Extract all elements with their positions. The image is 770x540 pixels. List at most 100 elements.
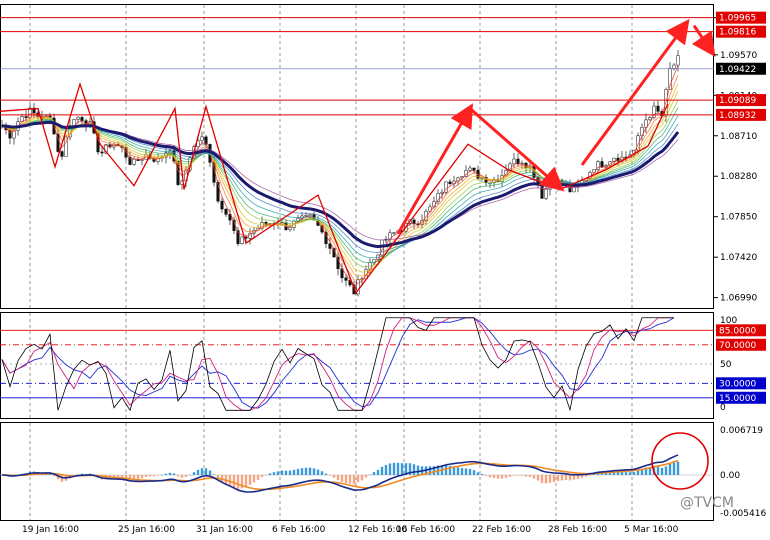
time-axis: 19 Jan 16:00 25 Jan 16:00 31 Jan 16:00 6 Fe…: [22, 525, 679, 535]
macd-histogram-bar: [264, 475, 268, 476]
macd-histogram-bar: [480, 473, 484, 475]
macd-histogram-bar: [252, 475, 256, 483]
macd-histogram-bar: [660, 467, 664, 475]
macd-histogram-bar: [204, 468, 208, 475]
macd-histogram-bar: [500, 475, 504, 479]
candle-down: [344, 277, 348, 281]
macd-histogram-bar: [268, 473, 272, 475]
macd-histogram-bar: [188, 474, 192, 476]
candle-up: [672, 64, 676, 69]
macd-histogram-bar: [548, 475, 552, 483]
macd-histogram-bar: [152, 475, 156, 477]
macd-histogram-bar: [512, 475, 516, 476]
macd-histogram-bar: [496, 475, 500, 479]
osc-tick-label: 100: [720, 316, 737, 326]
macd-histogram-bar: [484, 475, 488, 476]
osc-tick-label: 0: [720, 403, 726, 413]
osc-level-badge: 70.0000: [719, 341, 756, 351]
macd-histogram-bar: [504, 475, 508, 478]
level-badge: 1.09089: [719, 96, 756, 106]
macd-histogram-bar: [624, 472, 628, 475]
candle-up: [304, 214, 308, 217]
macd-histogram-bar: [312, 468, 316, 475]
candle-down: [516, 158, 520, 165]
macd-histogram-bar: [444, 465, 448, 475]
candle-up: [72, 119, 76, 126]
macd-histogram-bar: [468, 469, 472, 475]
macd-histogram-bar: [360, 475, 364, 481]
macd-histogram-bar: [324, 473, 328, 475]
candle-up: [544, 188, 548, 199]
candle-down: [100, 151, 104, 154]
macd-histogram-bar: [588, 475, 592, 476]
macd-histogram-bar: [316, 469, 320, 475]
macd-histogram-bar: [140, 475, 144, 479]
macd-histogram-bar: [488, 475, 492, 478]
macd-histogram-bar: [544, 475, 548, 484]
macd-histogram-bar: [620, 471, 624, 475]
macd-histogram-bar: [636, 470, 640, 475]
macd-histogram-bar: [276, 471, 280, 475]
macd-histogram-bar: [192, 472, 196, 475]
osc-level-badge: 30.0000: [719, 379, 756, 389]
macd-histogram-bar: [384, 464, 388, 475]
candle-up: [392, 232, 396, 234]
macd-histogram-bar: [156, 475, 160, 476]
macd-histogram-bar: [524, 475, 528, 477]
time-axis-label: 16 Feb 16:00: [396, 525, 455, 535]
forex-chart: 1.099651.095701.091401.087101.082801.078…: [0, 0, 770, 540]
macd-histogram-bar: [180, 475, 184, 478]
macd-histogram-bar: [300, 468, 304, 475]
macd-histogram-bar: [256, 475, 260, 480]
macd-histogram-bar: [232, 475, 236, 488]
macd-histogram-bar: [292, 469, 296, 475]
time-axis-label: 22 Feb 16:00: [472, 525, 531, 535]
macd-histogram-bar: [472, 470, 476, 475]
macd-histogram-bar: [368, 474, 372, 476]
candle-up: [132, 158, 136, 165]
candle-down: [224, 208, 228, 215]
candle-down: [24, 116, 28, 118]
macd-histogram-bar: [212, 474, 216, 475]
macd-histogram-bar: [348, 475, 352, 484]
macd-histogram-bar: [196, 469, 200, 475]
macd-histogram-bar: [280, 470, 284, 475]
macd-tick-label: 0.006719: [720, 426, 763, 436]
macd-histogram-bar: [560, 475, 564, 481]
macd-histogram-bar: [288, 470, 292, 475]
macd-histogram-bar: [284, 470, 288, 475]
price-tick-label: 1.09570: [720, 51, 757, 61]
macd-histogram-bar: [200, 468, 204, 475]
candle-up: [200, 136, 204, 141]
time-axis-label: 25 Jan 16:00: [118, 525, 175, 535]
macd-histogram-bar: [572, 475, 576, 480]
candle-up: [676, 55, 680, 66]
macd-histogram-bar: [540, 475, 544, 484]
macd-histogram-bar: [528, 475, 532, 477]
candle-up: [468, 167, 472, 171]
macd-histogram-bar: [304, 467, 308, 475]
macd-histogram-bar: [172, 473, 176, 475]
time-axis-label: 5 Mar 16:00: [624, 525, 679, 535]
macd-histogram-bar: [244, 475, 248, 488]
macd-histogram-bar: [676, 461, 680, 475]
macd-histogram-bar: [392, 462, 396, 475]
macd-histogram-bar: [208, 470, 212, 475]
price-tick-label: 1.08280: [720, 172, 757, 182]
macd-histogram-bar: [632, 472, 636, 475]
candle-up: [512, 158, 516, 165]
price-tick-label: 1.06990: [720, 294, 757, 304]
macd-histogram-bar: [236, 475, 240, 490]
osc-tick-label: 50: [720, 360, 732, 370]
macd-histogram-bar: [492, 475, 496, 478]
macd-histogram-bar: [164, 473, 168, 475]
macd-histogram-bar: [664, 466, 668, 475]
macd-histogram-bar: [296, 468, 300, 475]
candle-down: [60, 151, 64, 157]
macd-histogram-bar: [456, 467, 460, 475]
macd-histogram-bar: [668, 463, 672, 475]
candle-down: [600, 161, 604, 168]
macd-histogram-bar: [364, 475, 368, 478]
candle-down: [448, 181, 452, 184]
macd-histogram-bar: [400, 463, 404, 475]
